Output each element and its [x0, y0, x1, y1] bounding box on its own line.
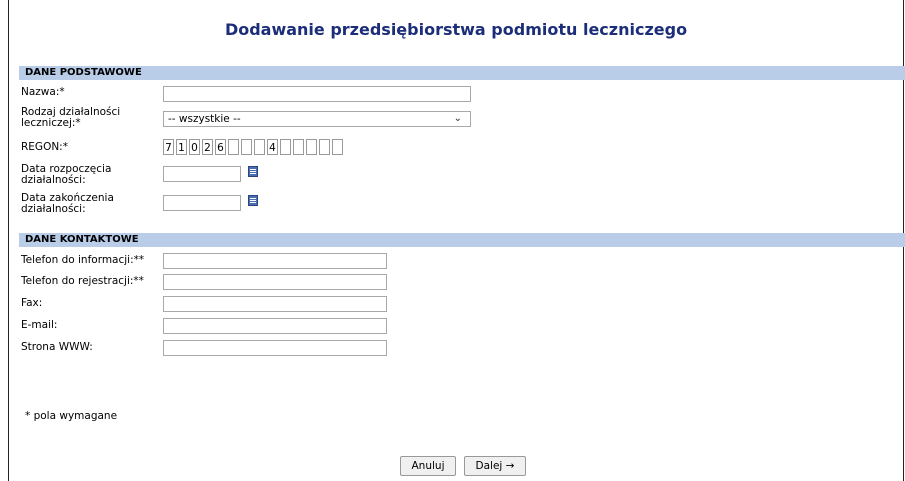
start-date-input[interactable]: [163, 166, 241, 182]
phone-info-input[interactable]: [163, 253, 387, 269]
regon-digit[interactable]: [319, 139, 330, 155]
name-label: Nazwa:*: [21, 86, 65, 98]
regon-digit[interactable]: 7: [163, 139, 174, 155]
regon-digit[interactable]: 1: [176, 139, 187, 155]
end-date-label: Data zakończenia działalności:: [21, 192, 114, 215]
regon-digit[interactable]: [332, 139, 343, 155]
type-label: Rodzaj działalności leczniczej:*: [21, 106, 121, 129]
required-fields-note: * pola wymagane: [25, 410, 118, 422]
regon-digit[interactable]: [306, 139, 317, 155]
next-button[interactable]: Dalej →: [464, 456, 526, 476]
name-input[interactable]: [163, 86, 471, 102]
email-label: E-mail:: [21, 319, 58, 331]
regon-digit[interactable]: [280, 139, 291, 155]
regon-digit[interactable]: [254, 139, 265, 155]
regon-digit[interactable]: [241, 139, 252, 155]
regon-label: REGON:*: [21, 141, 68, 153]
regon-input-group[interactable]: 7 1 0 2 6 4: [163, 139, 345, 157]
www-input[interactable]: [163, 340, 387, 356]
regon-digit[interactable]: 6: [215, 139, 226, 155]
type-select[interactable]: -- wszystkie -- ⌄: [163, 111, 471, 127]
end-date-input[interactable]: [163, 195, 241, 211]
email-input[interactable]: [163, 318, 387, 334]
regon-digit[interactable]: [228, 139, 239, 155]
chevron-down-icon: ⌄: [453, 113, 462, 124]
calendar-icon[interactable]: [248, 195, 258, 206]
calendar-icon[interactable]: [248, 166, 258, 177]
phone-info-label: Telefon do informacji:**: [21, 254, 145, 266]
phone-reg-label: Telefon do rejestracji:**: [21, 275, 144, 287]
page-title: Dodawanie przedsiębiorstwa podmiotu lecz…: [224, 20, 688, 39]
form-frame: Dodawanie przedsiębiorstwa podmiotu lecz…: [8, 0, 905, 481]
phone-reg-input[interactable]: [163, 274, 387, 290]
fax-input[interactable]: [163, 296, 387, 312]
www-label: Strona WWW:: [21, 341, 93, 353]
section-contact-header: DANE KONTAKTOWE: [19, 233, 905, 247]
type-select-value: -- wszystkie --: [168, 113, 241, 125]
regon-digit[interactable]: [293, 139, 304, 155]
regon-digit[interactable]: 0: [189, 139, 200, 155]
cancel-button[interactable]: Anuluj: [400, 456, 456, 476]
regon-digit[interactable]: 4: [267, 139, 278, 155]
fax-label: Fax:: [21, 297, 43, 309]
regon-digit[interactable]: 2: [202, 139, 213, 155]
section-basic-header: DANE PODSTAWOWE: [19, 66, 905, 80]
start-date-label: Data rozpoczęcia działalności:: [21, 163, 112, 186]
